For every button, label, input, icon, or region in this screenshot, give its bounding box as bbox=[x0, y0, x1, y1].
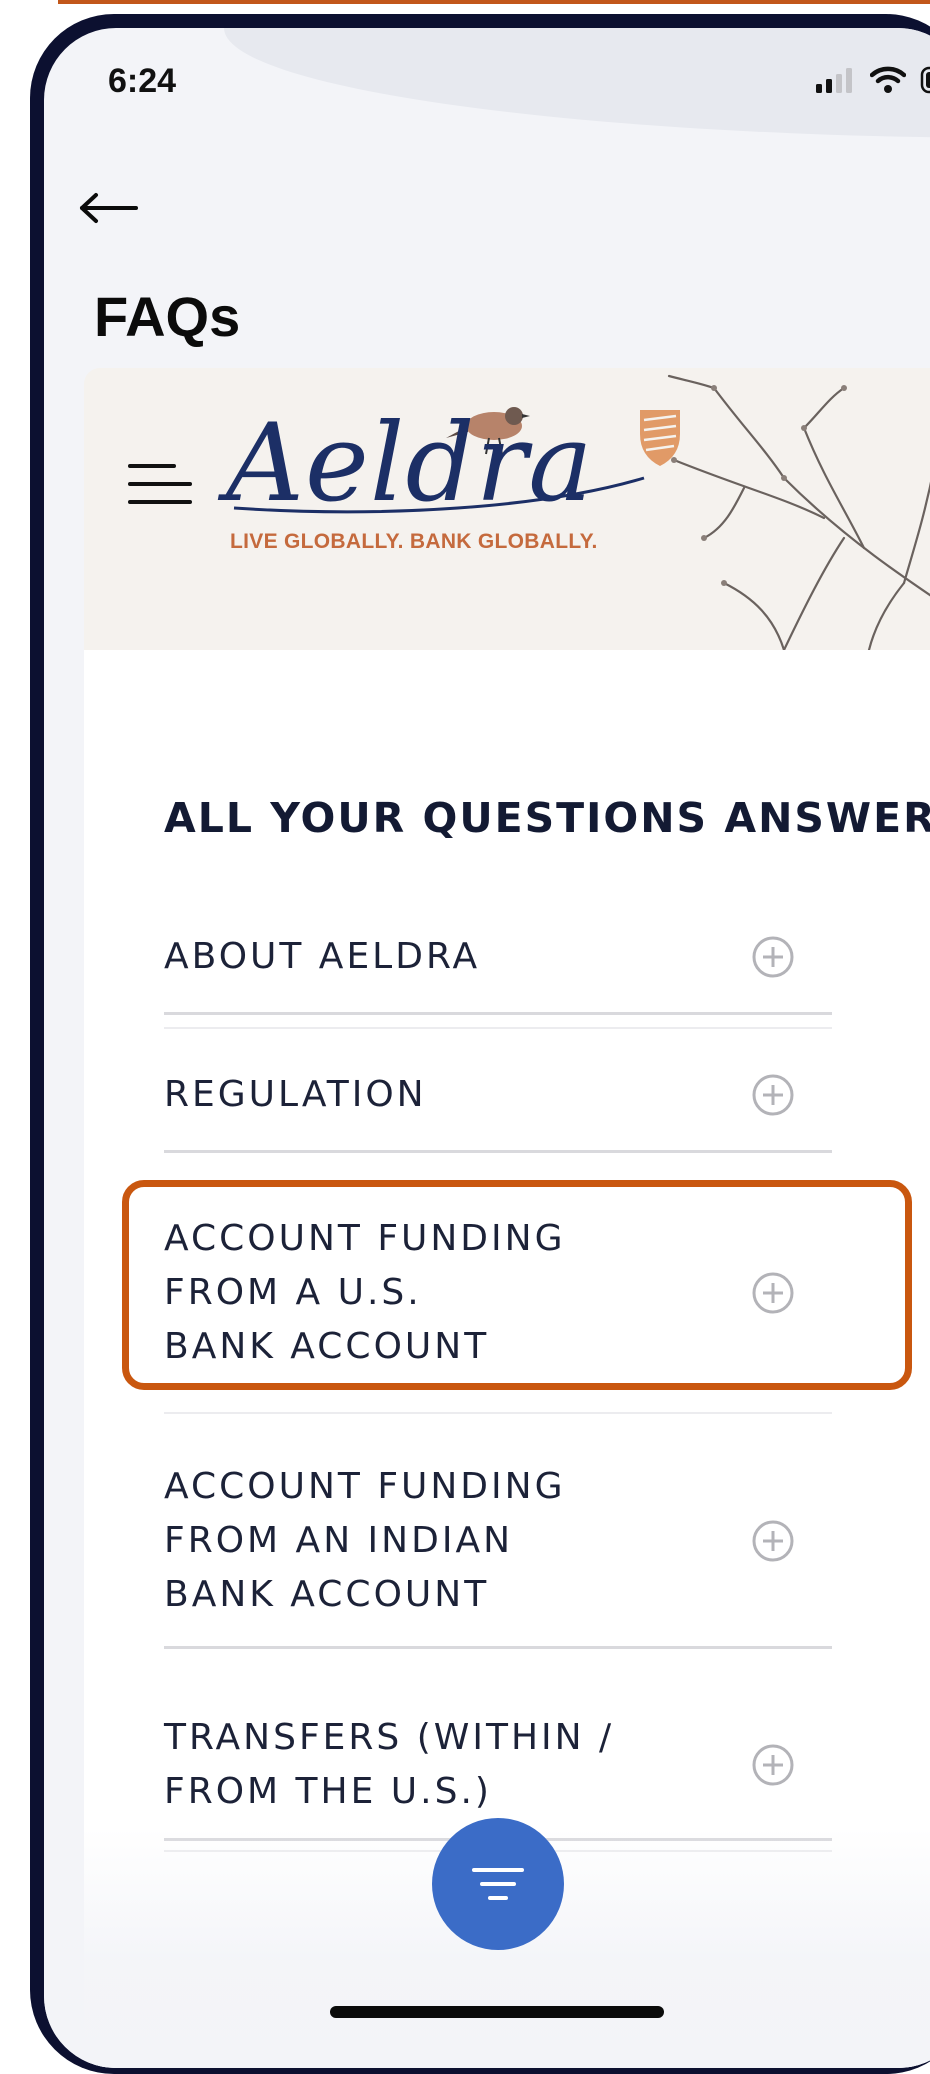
filter-fab-button[interactable] bbox=[432, 1818, 564, 1950]
phone-frame: 6:24 FAQs Aeldra LIVE GLOBALLY. BANK GLO… bbox=[30, 14, 930, 2074]
menu-button[interactable] bbox=[128, 460, 192, 510]
faq-item-label: TRANSFERS (WITHIN / FROM THE U.S.) bbox=[164, 1717, 615, 1812]
page-title: FAQs bbox=[94, 285, 241, 348]
app-screen: 6:24 FAQs Aeldra LIVE GLOBALLY. BANK GLO… bbox=[44, 28, 930, 2068]
faq-divider bbox=[164, 1012, 832, 1015]
wifi-icon bbox=[870, 66, 906, 93]
brand-tagline: LIVE GLOBALLY. BANK GLOBALLY. bbox=[230, 530, 598, 553]
hamburger-menu-icon bbox=[128, 464, 192, 504]
brand-logo-wordmark: Aeldra bbox=[226, 401, 594, 526]
plus-circle-icon[interactable] bbox=[750, 1742, 796, 1788]
faq-item-indian-bank-funding[interactable]: ACCOUNT FUNDING FROM AN INDIAN BANK ACCO… bbox=[164, 1460, 832, 1622]
faq-divider bbox=[164, 1027, 832, 1029]
faq-item-label: ABOUT AELDRA bbox=[164, 936, 481, 977]
plus-circle-icon[interactable] bbox=[750, 934, 796, 980]
faq-divider bbox=[164, 1150, 832, 1153]
filter-lines-icon bbox=[472, 1868, 524, 1900]
faq-item-label: REGULATION bbox=[164, 1074, 427, 1115]
brand-banner: Aeldra LIVE GLOBALLY. BANK GLOBALLY. bbox=[84, 368, 930, 650]
status-time: 6:24 bbox=[108, 62, 177, 100]
plus-circle-icon[interactable] bbox=[750, 1072, 796, 1118]
cellular-signal-icon bbox=[816, 68, 852, 93]
top-accent-bar bbox=[58, 0, 930, 4]
arrow-left-icon bbox=[80, 193, 138, 223]
faq-divider bbox=[164, 1646, 832, 1649]
back-button[interactable] bbox=[78, 178, 148, 238]
status-icons bbox=[816, 66, 930, 94]
battery-icon bbox=[920, 66, 930, 94]
faq-item-label: ACCOUNT FUNDING FROM AN INDIAN BANK ACCO… bbox=[164, 1466, 566, 1615]
highlight-outline bbox=[122, 1180, 912, 1390]
faq-item-about-aeldra[interactable]: ABOUT AELDRA bbox=[164, 912, 832, 1002]
faq-item-regulation[interactable]: REGULATION bbox=[164, 1050, 832, 1140]
home-indicator bbox=[330, 2006, 664, 2018]
faq-divider bbox=[164, 1412, 832, 1414]
plus-circle-icon[interactable] bbox=[750, 1518, 796, 1564]
faq-heading: ALL YOUR QUESTIONS ANSWERED bbox=[164, 794, 930, 842]
faq-item-transfers[interactable]: TRANSFERS (WITHIN / FROM THE U.S.) bbox=[164, 1710, 832, 1820]
